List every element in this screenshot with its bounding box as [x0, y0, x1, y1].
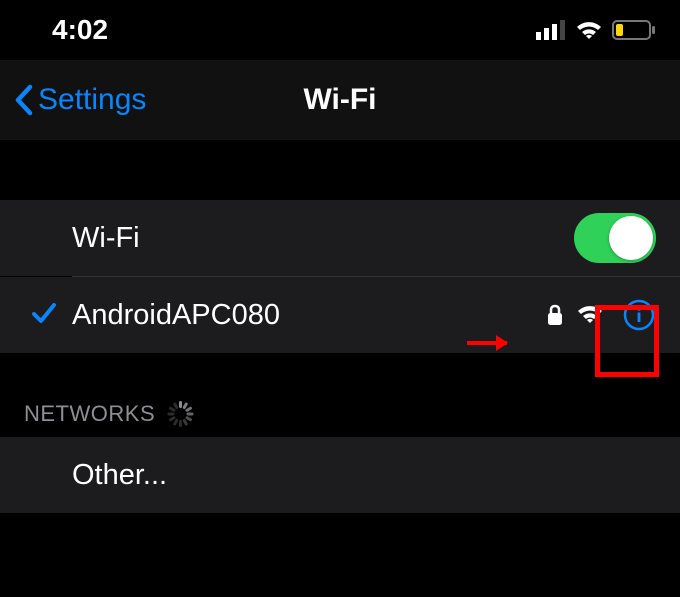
spinner-icon	[167, 401, 193, 427]
connected-network-name: AndroidAPC080	[72, 299, 546, 332]
chevron-left-icon	[12, 83, 34, 117]
wifi-toggle[interactable]	[574, 213, 656, 263]
checkmark-icon	[30, 299, 58, 332]
gap	[0, 353, 680, 383]
networks-section-header: NETWORKS	[0, 383, 680, 437]
gap	[0, 140, 680, 200]
lock-icon	[546, 303, 564, 327]
status-time: 4:02	[52, 14, 108, 46]
wifi-signal-icon	[576, 304, 604, 326]
status-icons	[536, 19, 656, 41]
row-accessories	[546, 298, 656, 332]
back-label: Settings	[38, 83, 146, 117]
toggle-knob	[609, 216, 653, 260]
other-label: Other...	[72, 459, 656, 492]
wifi-toggle-row: Wi-Fi	[0, 200, 680, 276]
networks-label: NETWORKS	[24, 401, 155, 427]
battery-icon	[612, 20, 656, 40]
back-button[interactable]: Settings	[12, 83, 146, 117]
cellular-icon	[536, 20, 566, 40]
status-bar: 4:02	[0, 0, 680, 60]
wifi-status-icon	[574, 19, 604, 41]
annotation-arrow	[467, 341, 507, 345]
connected-network-row[interactable]: AndroidAPC080	[0, 277, 680, 353]
nav-title: Wi-Fi	[303, 83, 376, 117]
wifi-toggle-label: Wi-Fi	[72, 222, 574, 255]
other-network-row[interactable]: Other...	[0, 437, 680, 513]
nav-bar: Settings Wi-Fi	[0, 60, 680, 140]
info-icon[interactable]	[622, 298, 656, 332]
